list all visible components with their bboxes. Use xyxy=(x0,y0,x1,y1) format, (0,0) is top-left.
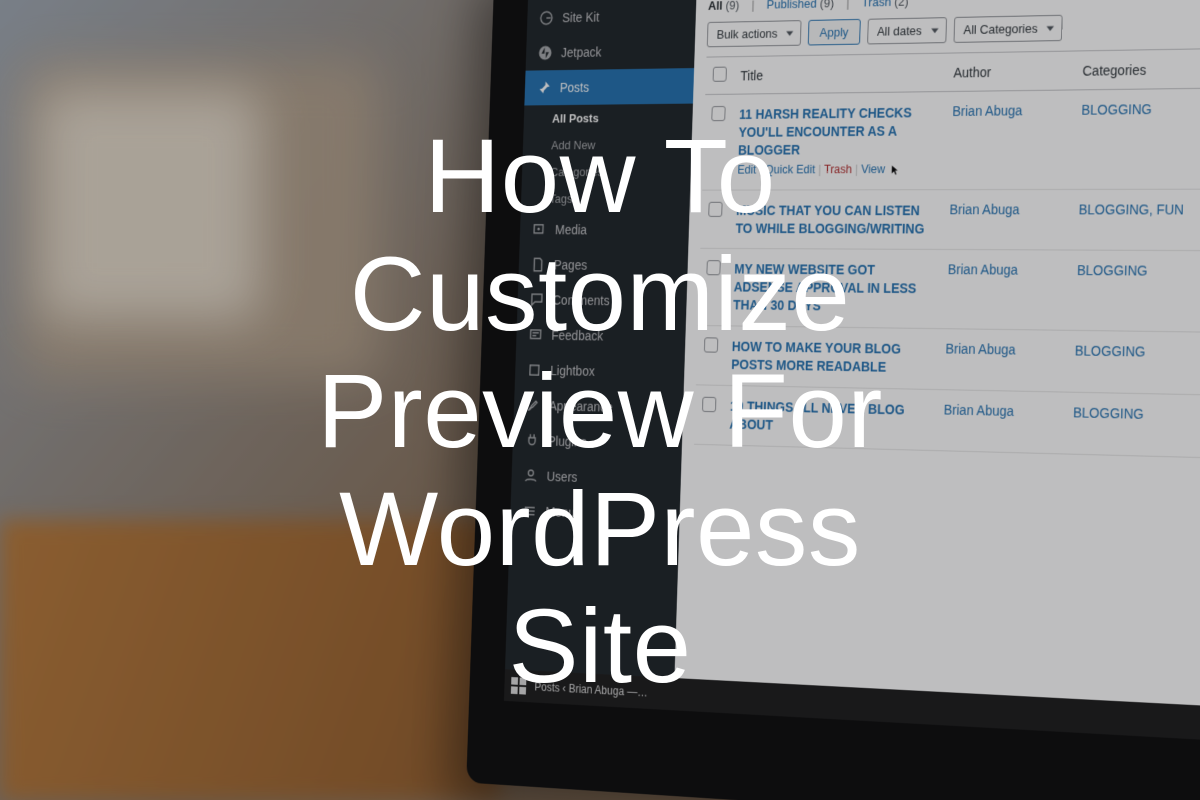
overlay-title: How To Customize Preview For WordPress S… xyxy=(317,118,883,706)
featured-image-card: Site Kit Jetpack Posts All Posts Add New… xyxy=(0,0,1200,800)
